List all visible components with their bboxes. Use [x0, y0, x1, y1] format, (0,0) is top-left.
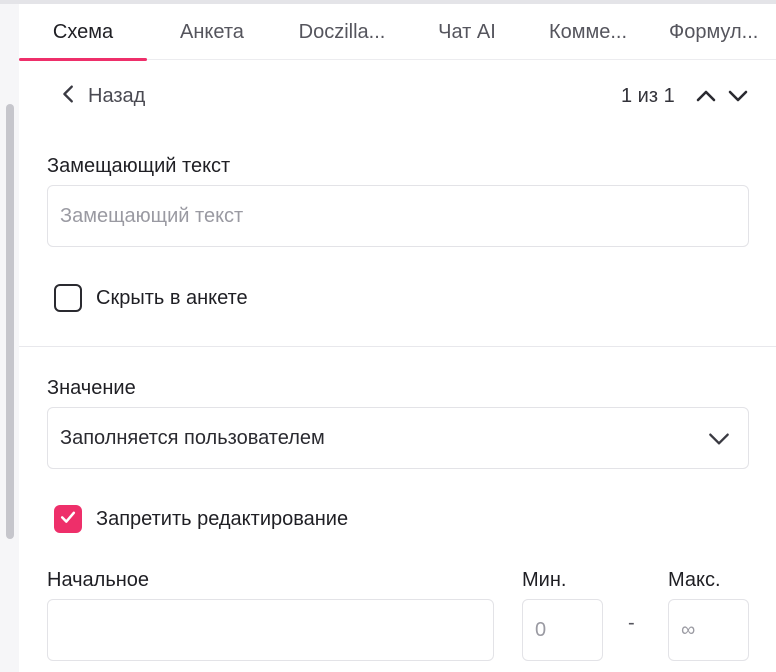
scrollbar-thumb[interactable] [6, 104, 14, 539]
chevron-down-icon [706, 426, 732, 452]
tab-comments[interactable]: Комме... [541, 4, 635, 60]
tab-label: Анкета [180, 21, 244, 43]
placeholder-text-input[interactable] [47, 185, 749, 247]
chevron-left-icon [58, 83, 80, 110]
tab-doczilla[interactable]: Doczilla... [287, 4, 397, 60]
navigation-row: Назад 1 из 1 [58, 80, 758, 112]
chevron-down-icon [726, 90, 750, 112]
tab-bar: Схема Анкета Doczilla... Чат AI Комме...… [19, 4, 776, 61]
value-select[interactable]: Заполняется пользователем [47, 407, 749, 469]
tab-label: Формул... [669, 21, 759, 43]
value-label: Значение [47, 377, 136, 399]
hide-in-questionnaire-label: Скрыть в анкете [96, 286, 248, 309]
max-label: Макс. [668, 569, 721, 591]
tab-label: Чат AI [438, 21, 496, 43]
placeholder-text-label: Замещающий текст [47, 155, 231, 177]
min-input[interactable] [522, 599, 603, 661]
back-button[interactable]: Назад [58, 80, 145, 112]
tab-chat-ai[interactable]: Чат AI [429, 4, 505, 60]
active-tab-indicator [19, 58, 147, 61]
next-item-button[interactable] [726, 84, 750, 108]
forbid-editing-label: Запретить редактирование [96, 507, 349, 530]
tab-formulas[interactable]: Формул... [669, 4, 776, 60]
tab-schema[interactable]: Схема [19, 4, 147, 61]
initial-value-input[interactable] [47, 599, 494, 661]
tab-label: Схема [52, 21, 114, 43]
back-label: Назад [88, 84, 146, 107]
max-input[interactable] [668, 599, 749, 661]
initial-value-label: Начальное [47, 569, 150, 591]
checkmark-icon [58, 507, 78, 532]
previous-item-button[interactable] [694, 84, 718, 108]
tab-questionnaire[interactable]: Анкета [170, 4, 254, 60]
pager-counter: 1 из 1 [621, 85, 675, 107]
tab-label: Комме... [548, 21, 628, 43]
chevron-up-icon [694, 90, 718, 112]
hide-in-questionnaire-option[interactable]: Скрыть в анкете [54, 283, 248, 313]
forbid-editing-checkbox[interactable] [54, 505, 82, 533]
range-separator: - [628, 612, 635, 634]
section-divider [19, 346, 776, 347]
tab-label: Doczilla... [298, 21, 386, 43]
left-scroll-track [0, 4, 19, 672]
value-select-current: Заполняется пользователем [60, 427, 325, 449]
forbid-editing-option[interactable]: Запретить редактирование [54, 504, 348, 534]
min-label: Мин. [522, 569, 567, 591]
hide-in-questionnaire-checkbox[interactable] [54, 284, 82, 312]
